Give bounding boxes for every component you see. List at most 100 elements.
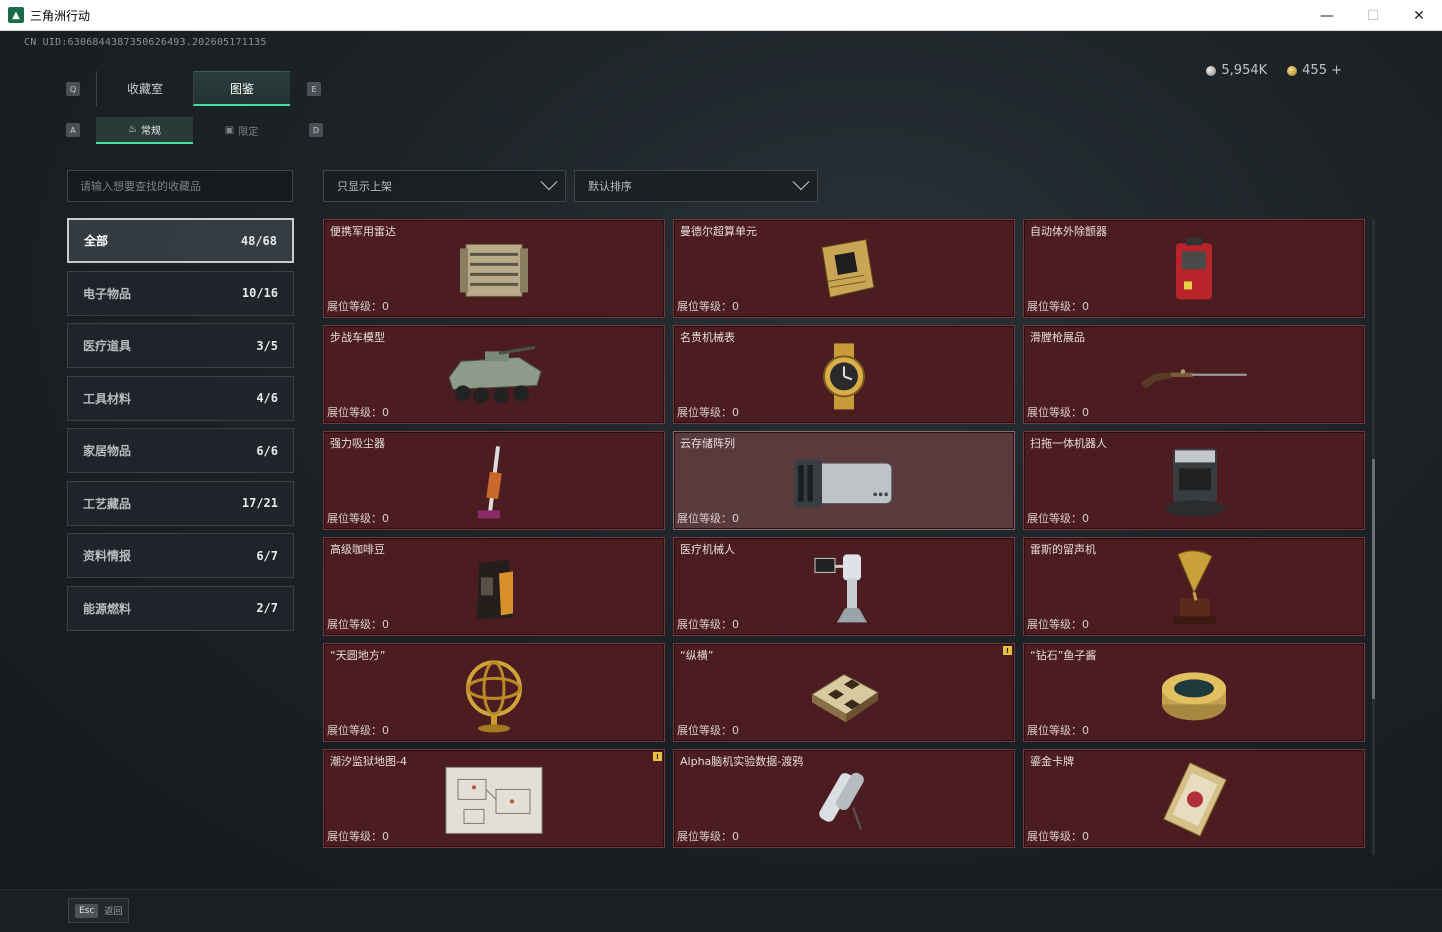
tab-collection-room[interactable]: 收藏室: [96, 71, 193, 106]
booth-level: 展位等级：0: [1027, 830, 1089, 843]
collection-item-card[interactable]: “纵横” 展位等级：0!: [673, 643, 1015, 742]
collection-item-card[interactable]: 云存储阵列展位等级：0: [673, 431, 1015, 530]
collection-item-card[interactable]: 医疗机械人展位等级：0: [673, 537, 1015, 636]
category-label: 全部: [84, 234, 109, 248]
collection-item-card[interactable]: 滑膛枪展品 展位等级：0: [1023, 325, 1365, 424]
category-household[interactable]: 家居物品 6/6: [67, 428, 294, 473]
booth-level: 展位等级：0: [327, 406, 389, 419]
collection-item-card[interactable]: 步战车模型 展位等级：0: [323, 325, 665, 424]
booth-level: 展位等级：0: [327, 300, 389, 313]
vacuum-icon: [439, 445, 549, 518]
category-all[interactable]: 全部 48/68: [67, 218, 294, 263]
subtab-limited-label: 限定: [238, 127, 259, 138]
booth-level: 展位等级：0: [327, 618, 389, 631]
subtab-regular-label: 常规: [140, 126, 161, 137]
bottom-bar: Esc 返回: [0, 889, 1442, 932]
next-tab-key-hint: E: [307, 82, 321, 96]
booth-level: 展位等级：0: [1027, 406, 1089, 419]
category-count: 4/6: [256, 391, 278, 405]
item-name: “纵横”: [680, 649, 714, 662]
category-label: 工具材料: [83, 391, 132, 406]
search-input[interactable]: 请输入想要查找的收藏品: [67, 170, 293, 202]
category-label: 资料情报: [83, 549, 132, 563]
item-name: 曼德尔超算单元: [680, 225, 757, 238]
subtab-regular[interactable]: ♨ 常规: [96, 117, 193, 144]
next-subtab-key-hint: D: [309, 123, 323, 137]
booth-level: 展位等级：0: [677, 512, 739, 525]
collection-item-card[interactable]: 曼德尔超算单元 展位等级：0: [673, 219, 1015, 318]
gramophone-icon: [1139, 549, 1249, 624]
item-name: 医疗机械人: [680, 543, 735, 556]
chip-icon: [789, 235, 899, 305]
chess-board-icon: [789, 659, 899, 729]
limited-icon: ▣: [224, 125, 235, 136]
collection-item-card[interactable]: 名贵机械表 展位等级：0: [673, 325, 1015, 424]
minimize-button[interactable]: —: [1304, 0, 1350, 31]
category-count: 10/16: [241, 286, 278, 300]
shelf-filter-dropdown[interactable]: 只显示上架: [323, 170, 566, 202]
collection-item-card[interactable]: 雷斯的留声机 展位等级：0: [1023, 537, 1365, 636]
app-logo-icon: ▲: [8, 7, 24, 23]
item-name: 鎏金卡牌: [1030, 755, 1074, 768]
category-count: 6/6: [256, 443, 278, 458]
category-label: 家居物品: [83, 444, 132, 458]
collection-item-card[interactable]: 自动体外除颤器 展位等级：0: [1023, 219, 1365, 318]
category-energy[interactable]: 能源燃料 2/7: [67, 585, 294, 631]
sort-dropdown[interactable]: 默认排序: [574, 170, 818, 202]
category-count: 6/7: [256, 548, 278, 563]
collection-item-card[interactable]: “天圆地方” 展位等级：0: [323, 643, 665, 742]
back-button[interactable]: Esc 返回: [68, 898, 130, 923]
map-icon: [439, 765, 549, 835]
collection-item-card[interactable]: 强力吸尘器 展位等级：0: [323, 431, 665, 530]
category-label: 医疗道具: [83, 339, 132, 353]
medical-robot-icon: [789, 553, 899, 623]
storage-array-icon: [789, 447, 899, 517]
booth-level: 展位等级：0: [677, 618, 739, 631]
collection-item-card[interactable]: 鎏金卡牌展位等级：0: [1023, 749, 1365, 848]
collection-item-card[interactable]: “钻石”鱼子酱 展位等级：0: [1023, 643, 1365, 742]
currency-display: 5,954K 455 +: [1206, 63, 1342, 78]
booth-level: 展位等级：0: [327, 830, 389, 843]
silver-coin-icon: [1206, 65, 1217, 76]
item-name: 高级咖啡豆: [330, 543, 385, 556]
armillary-icon: [439, 659, 549, 732]
gold-currency[interactable]: 455 +: [1287, 63, 1342, 78]
prev-tab-key-hint: Q: [66, 82, 80, 96]
category-tools[interactable]: 工具材料 4/6: [67, 375, 294, 421]
tab-catalog[interactable]: 图鉴: [193, 71, 290, 106]
category-count: 3/5: [256, 338, 278, 353]
category-list: 全部 48/68 电子物品 10/16 医疗道具 3/5 工具材料 4/6 家居…: [67, 218, 294, 638]
category-crafts[interactable]: 工艺藏品 17/21: [67, 480, 294, 526]
ifv-model-icon: [439, 341, 549, 411]
new-item-badge-icon: !: [1003, 646, 1012, 655]
maximize-button[interactable]: ☐: [1350, 0, 1396, 31]
silver-currency: 5,954K: [1206, 63, 1267, 78]
item-name: 强力吸尘器: [330, 437, 385, 450]
item-name: “天圆地方”: [330, 649, 386, 662]
back-label: 返回: [104, 907, 123, 917]
booth-level: 展位等级：0: [327, 724, 389, 737]
collection-item-card[interactable]: Alpha脑机实验数据-渡鸦 展位等级：0: [673, 749, 1015, 848]
booth-level: 展位等级：0: [677, 724, 739, 737]
category-medical[interactable]: 医疗道具 3/5: [67, 323, 294, 368]
category-count: 2/7: [256, 601, 278, 615]
main-tabs: 收藏室 图鉴: [96, 71, 290, 106]
shelf-filter-value: 只显示上架: [337, 180, 392, 193]
collection-item-card[interactable]: 潮汐监狱地图-4 展位等级：0!: [323, 749, 665, 848]
silver-amount: 5,954K: [1221, 63, 1268, 78]
golden-card-icon: [1139, 761, 1249, 837]
collection-item-card[interactable]: 扫拖一体机器人 展位等级：0: [1023, 431, 1365, 530]
category-intel[interactable]: 资料情报 6/7: [67, 533, 294, 578]
collection-item-card[interactable]: 高级咖啡豆展位等级：0: [323, 537, 665, 636]
item-name: 云存储阵列: [680, 437, 735, 450]
radar-icon: [439, 235, 549, 305]
category-electronics[interactable]: 电子物品 10/16: [67, 270, 294, 316]
scrollbar-thumb[interactable]: [1372, 459, 1375, 699]
collection-item-card[interactable]: 便携军用雷达 展位等级：0: [323, 219, 665, 318]
grid-scrollbar[interactable]: [1372, 219, 1375, 855]
item-name: 便携军用雷达: [330, 225, 396, 238]
close-button[interactable]: ✕: [1396, 0, 1442, 31]
defibrillator-icon: [1139, 235, 1249, 305]
item-name: 潮汐监狱地图-4: [330, 755, 407, 768]
subtab-limited[interactable]: ▣ 限定: [193, 117, 290, 144]
